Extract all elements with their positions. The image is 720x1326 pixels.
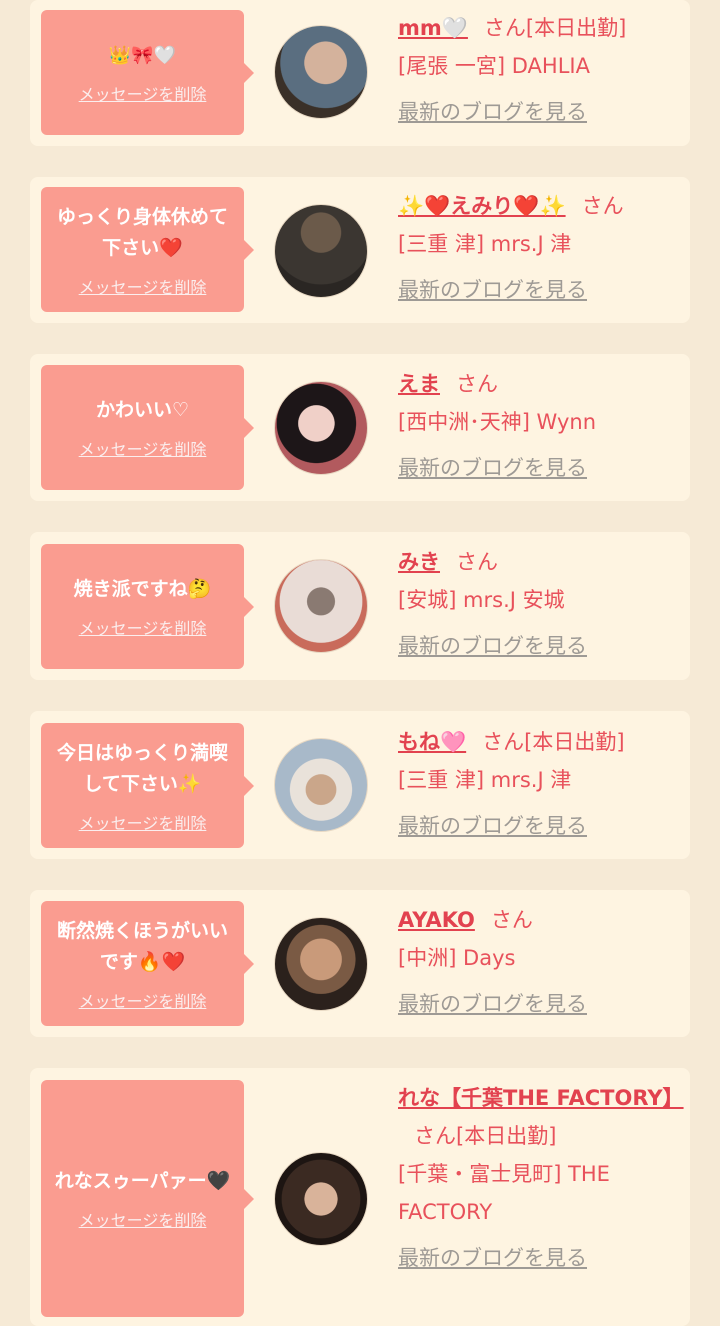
avatar[interactable] (274, 204, 368, 298)
cast-info: みき さん [安城] mrs.J 安城 最新のブログを見る (398, 543, 680, 665)
latest-blog-link[interactable]: 最新のブログを見る (398, 93, 587, 131)
shop-name: [三重 津] mrs.J 津 (398, 232, 572, 256)
shop-name: [尾張 一宮] DAHLIA (398, 54, 590, 78)
list-item: 焼き派ですね🤔 メッセージを削除 みき さん [安城] mrs.J 安城 最新のブ… (30, 532, 690, 680)
latest-blog-link[interactable]: 最新のブログを見る (398, 449, 587, 487)
avatar[interactable] (274, 1152, 368, 1246)
cast-info: もね🩷 さん[本日出勤] [三重 津] mrs.J 津 最新のブログを見る (398, 723, 680, 845)
latest-blog-link[interactable]: 最新のブログを見る (398, 271, 587, 309)
message-bubble: 今日はゆっくり満喫して下さい✨ メッセージを削除 (41, 723, 254, 848)
message-text: かわいい♡ (95, 399, 190, 421)
message-text: ゆっくり身体休めて下さい❤️ (56, 205, 228, 259)
cast-info: れな【千葉THE FACTORY】さん[本日出勤] [千葉・富士見町] THE … (398, 1079, 684, 1277)
cast-suffix: さん (456, 550, 498, 574)
list-item: 断然焼くほうがいいです🔥❤️ メッセージを削除 AYAKO さん [中洲] Day… (30, 890, 690, 1037)
avatar[interactable] (274, 381, 368, 475)
cast-suffix: さん (581, 194, 624, 218)
delete-message-link[interactable]: メッセージを削除 (79, 274, 207, 298)
avatar[interactable] (274, 25, 368, 119)
cast-name-link[interactable]: AYAKO (398, 908, 475, 932)
latest-blog-link[interactable]: 最新のブログを見る (398, 627, 587, 665)
list-item: 今日はゆっくり満喫して下さい✨ メッセージを削除 もね🩷 さん[本日出勤] [三重… (30, 711, 690, 859)
cast-name-link[interactable]: れな【千葉THE FACTORY】 (398, 1086, 684, 1110)
message-text: 焼き派ですね🤔 (73, 578, 212, 600)
message-bubble: 焼き派ですね🤔 メッセージを削除 (41, 544, 254, 669)
cast-info: ✨❤️えみり❤️✨ さん [三重 津] mrs.J 津 最新のブログを見る (398, 187, 680, 309)
message-text: 👑🎀🤍 (108, 45, 177, 66)
delete-message-link[interactable]: メッセージを削除 (79, 1207, 207, 1231)
list-item: かわいい♡ メッセージを削除 えま さん [西中洲･天神] Wynn 最新のブログ… (30, 354, 690, 501)
message-bubble: 断然焼くほうがいいです🔥❤️ メッセージを削除 (41, 901, 254, 1026)
cast-suffix: さん[本日出勤] (414, 1124, 557, 1148)
delete-message-link[interactable]: メッセージを削除 (79, 810, 207, 834)
avatar[interactable] (274, 917, 368, 1011)
message-bubble: 👑🎀🤍 メッセージを削除 (41, 10, 254, 135)
message-text: 断然焼くほうがいいです🔥❤️ (56, 919, 228, 973)
shop-name: [西中洲･天神] Wynn (398, 410, 597, 434)
shop-name: [千葉・富士見町] THE FACTORY (398, 1162, 610, 1224)
message-bubble: れなスゥーパァー🖤 メッセージを削除 (41, 1080, 254, 1317)
cast-info: mm🤍 さん[本日出勤] [尾張 一宮] DAHLIA 最新のブログを見る (398, 9, 680, 131)
delete-message-link[interactable]: メッセージを削除 (79, 81, 207, 105)
message-bubble: ゆっくり身体休めて下さい❤️ メッセージを削除 (41, 187, 254, 312)
shop-name: [安城] mrs.J 安城 (398, 588, 565, 612)
cast-suffix: さん[本日出勤] (482, 730, 625, 754)
avatar[interactable] (274, 559, 368, 653)
cast-name-link[interactable]: みき (398, 550, 440, 574)
cast-name-link[interactable]: もね🩷 (398, 730, 466, 754)
delete-message-link[interactable]: メッセージを削除 (79, 615, 207, 639)
message-list: 👑🎀🤍 メッセージを削除 mm🤍 さん[本日出勤] [尾張 一宮] DAHLIA … (0, 0, 720, 1326)
cast-info: えま さん [西中洲･天神] Wynn 最新のブログを見る (398, 365, 680, 487)
cast-suffix: さん (490, 908, 533, 932)
cast-name-link[interactable]: えま (398, 372, 440, 396)
message-text: れなスゥーパァー🖤 (54, 1170, 231, 1192)
list-item: 👑🎀🤍 メッセージを削除 mm🤍 さん[本日出勤] [尾張 一宮] DAHLIA … (30, 0, 690, 146)
message-bubble: かわいい♡ メッセージを削除 (41, 365, 254, 490)
latest-blog-link[interactable]: 最新のブログを見る (398, 807, 587, 845)
avatar[interactable] (274, 738, 368, 832)
delete-message-link[interactable]: メッセージを削除 (79, 988, 207, 1012)
latest-blog-link[interactable]: 最新のブログを見る (398, 985, 587, 1023)
list-item: ゆっくり身体休めて下さい❤️ メッセージを削除 ✨❤️えみり❤️✨ さん [三重 … (30, 177, 690, 323)
shop-name: [中洲] Days (398, 946, 516, 970)
list-item: れなスゥーパァー🖤 メッセージを削除 れな【千葉THE FACTORY】さん[本… (30, 1068, 690, 1326)
message-text: 今日はゆっくり満喫して下さい✨ (56, 741, 228, 795)
cast-name-link[interactable]: mm🤍 (398, 16, 468, 40)
shop-name: [三重 津] mrs.J 津 (398, 768, 572, 792)
delete-message-link[interactable]: メッセージを削除 (79, 436, 207, 460)
cast-suffix: さん (456, 372, 498, 396)
cast-info: AYAKO さん [中洲] Days 最新のブログを見る (398, 901, 680, 1023)
latest-blog-link[interactable]: 最新のブログを見る (398, 1239, 587, 1277)
cast-name-link[interactable]: ✨❤️えみり❤️✨ (398, 194, 566, 218)
cast-suffix: さん[本日出勤] (483, 16, 627, 40)
